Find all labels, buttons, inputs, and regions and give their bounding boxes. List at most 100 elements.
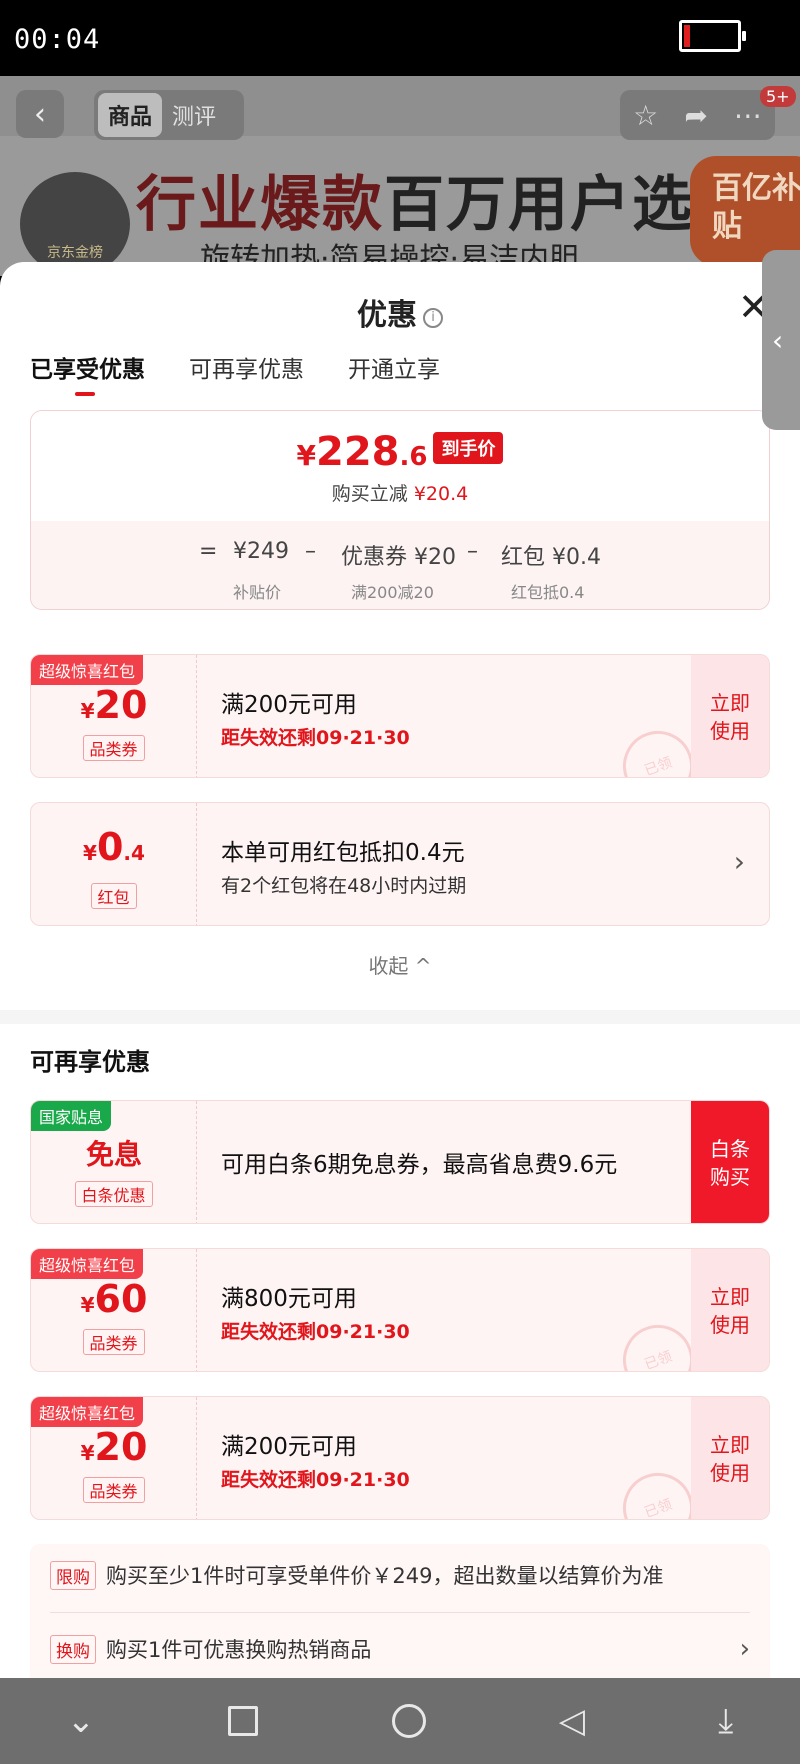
coupon-expiry: 距失效还剩09·21·30 — [221, 1321, 410, 1343]
redpacket-dec: .4 — [123, 841, 145, 865]
discount-tabs: 已享受优惠 可再享优惠 开通立享 — [30, 350, 440, 396]
section-divider — [0, 1010, 800, 1024]
coupon-yen: ¥ — [80, 1441, 95, 1465]
coupon-amount-value: 20 — [94, 1425, 148, 1469]
coupon-ribbon: 国家贴息 — [31, 1101, 112, 1131]
purchase-info: 限购 购买至少1件时可享受单件价￥249，超出数量以结算价为准 换购 购买1件可… — [30, 1544, 770, 1678]
system-nav-bar: ⌄ ◁ ⤓ — [0, 1678, 800, 1764]
notification-pull-icon[interactable]: ⤓ — [718, 1701, 733, 1741]
formula-minus-1: – — [305, 539, 316, 564]
chevron-right-icon: › — [739, 1634, 750, 1664]
redpacket-amount: ¥0.4 — [31, 825, 197, 869]
coupon-condition: 满200元可用 — [221, 692, 357, 718]
home-circle-icon[interactable] — [391, 1704, 426, 1738]
coupon-amount: ¥20 — [31, 1425, 197, 1469]
product-segment-tabs: 商品 测评 — [94, 90, 244, 140]
tab-review[interactable]: 测评 — [162, 93, 226, 137]
formula-coupon: 优惠券 ¥20 — [341, 545, 456, 570]
coupon-kind: 品类券 — [82, 1329, 145, 1355]
slogan-dark: 百万用户选 — [384, 170, 694, 240]
exchange-text: 购买1件可优惠换购热销商品 — [106, 1638, 372, 1662]
interest-free-title: 免息 — [85, 1138, 142, 1171]
more-icon[interactable]: ⋯ — [734, 99, 762, 132]
coupon-ribbon: 超级惊喜红包 — [31, 655, 144, 685]
coupon-expiry: 距失效还剩09·21·30 — [221, 727, 410, 749]
price-summary: ¥228.6 到手价 购买立减 ¥20.4 = ¥249 补贴价 – 优惠券 ¥2… — [30, 410, 770, 610]
product-header: ‹ 商品 测评 ☆ ➦ ⋯ 5+ 京东金榜 行业爆款百万用户选 旋转加热·简易操… — [0, 76, 800, 276]
claimed-stamp: 已领 — [613, 1463, 703, 1519]
coupon-ribbon: 超级惊喜红包 — [31, 1397, 144, 1427]
price-formula: = ¥249 补贴价 – 优惠券 ¥20 满200减20 – 红包 ¥0.4 红… — [31, 521, 769, 609]
banner-slogan: 行业爆款百万用户选 — [136, 156, 694, 243]
reduce-value: ¥20.4 — [413, 483, 469, 505]
discount-sheet: 优惠 i ✕ 已享受优惠 可再享优惠 开通立享 ¥228.6 到手价 购买立减 ¥2… — [0, 262, 800, 1678]
coupon-kind: 品类券 — [82, 1477, 145, 1503]
redpacket-kind: 红包 — [90, 883, 137, 909]
tab-enjoyed[interactable]: 已享受优惠 — [30, 350, 145, 396]
formula-equals: = — [199, 539, 218, 564]
tab-product[interactable]: 商品 — [98, 93, 163, 137]
chevron-left-icon: ‹ — [772, 323, 784, 357]
back-triangle-icon[interactable]: ◁ — [559, 1701, 585, 1741]
sheet-title-text: 优惠 — [357, 298, 417, 333]
formula-redpacket: 红包 ¥0.4 — [501, 545, 601, 570]
coupon-yen: ¥ — [80, 1293, 95, 1317]
purchase-limit-row: 限购 购买至少1件时可享受单件价￥249，超出数量以结算价为准 — [50, 1550, 750, 1600]
limit-tag: 限购 — [50, 1560, 96, 1590]
instant-reduce: 购买立减 ¥20.4 — [31, 479, 769, 506]
chevron-right-icon: › — [733, 845, 745, 878]
redpacket-yen: ¥ — [83, 841, 97, 865]
redpacket-card[interactable]: ¥0.4 红包 本单可用红包抵扣0.4元 有2个红包将在48小时内过期 › — [30, 802, 770, 926]
coupon-condition: 满800元可用 — [221, 1286, 357, 1312]
tab-activate[interactable]: 开通立享 — [348, 350, 440, 396]
top-actions: ☆ ➦ ⋯ — [620, 90, 775, 140]
clock: 00:04 — [14, 24, 101, 55]
baitiao-buy-button[interactable]: 白条 购买 — [691, 1101, 769, 1223]
info-divider — [50, 1612, 750, 1613]
limit-text: 购买至少1件时可享受单件价￥249，超出数量以结算价为准 — [106, 1564, 664, 1588]
back-button[interactable]: ‹ — [16, 90, 64, 138]
use-now-button[interactable]: 立即 使用 — [691, 1249, 769, 1371]
battery-icon — [679, 20, 746, 52]
formula-minus-2: – — [467, 539, 478, 564]
claimed-stamp: 已领 — [613, 1315, 703, 1371]
coupon-amount-value: 20 — [94, 683, 148, 727]
slogan-red: 行业爆款 — [136, 170, 384, 240]
side-drawer-handle[interactable]: ‹ — [762, 250, 800, 430]
use-now-button[interactable]: 立即 使用 — [691, 1397, 769, 1519]
star-icon[interactable]: ☆ — [633, 99, 658, 132]
formula-redpacket-label: 红包抵0.4 — [511, 583, 585, 602]
use-now-button[interactable]: 立即 使用 — [691, 655, 769, 777]
exchange-row[interactable]: 换购 购买1件可优惠换购热销商品 › — [50, 1624, 750, 1674]
formula-subsidy-price: ¥249 — [233, 539, 289, 564]
gold-list-logo: 京东金榜 — [20, 172, 130, 276]
coupon-card: 超级惊喜红包 ¥60 品类券 满800元可用 距失效还剩09·21·30 已领 … — [30, 1248, 770, 1372]
price-dec: .6 — [399, 442, 428, 472]
recents-square-icon[interactable] — [228, 1706, 259, 1736]
coupon-card: 超级惊喜红包 ¥20 品类券 满200元可用 距失效还剩09·21·30 已领 … — [30, 654, 770, 778]
redpacket-int: 0 — [96, 825, 124, 869]
formula-coupon-label: 满200减20 — [351, 583, 434, 602]
coupon-kind: 白条优惠 — [74, 1181, 153, 1207]
coupon-card: 超级惊喜红包 ¥20 品类券 满200元可用 距失效还剩09·21·30 已领 … — [30, 1396, 770, 1520]
price-int: 228 — [316, 429, 400, 475]
price-yen: ¥ — [296, 439, 316, 472]
tab-more-available[interactable]: 可再享优惠 — [189, 350, 304, 396]
status-bar: 00:04 — [0, 0, 800, 76]
coupon-kind: 品类券 — [82, 735, 145, 761]
coupon-amount-value: 60 — [94, 1277, 148, 1321]
info-icon[interactable]: i — [423, 308, 443, 328]
redpacket-condition: 本单可用红包抵扣0.4元 — [221, 840, 465, 866]
sheet-title: 优惠 i — [0, 290, 800, 334]
share-icon[interactable]: ➦ — [684, 99, 707, 132]
formula-subsidy-label: 补贴价 — [233, 583, 282, 602]
coupon-expiry: 距失效还剩09·21·30 — [221, 1469, 410, 1491]
coupon-amount: ¥60 — [31, 1277, 197, 1321]
coupon-ribbon: 超级惊喜红包 — [31, 1249, 144, 1279]
collapse-button[interactable]: 收起 ^ — [0, 950, 800, 979]
final-price-tag: 到手价 — [433, 432, 504, 464]
chevron-down-icon[interactable]: ⌄ — [67, 1701, 96, 1741]
redpacket-note: 有2个红包将在48小时内过期 — [221, 875, 467, 897]
more-offers-title: 可再享优惠 — [30, 1048, 150, 1076]
reduce-label: 购买立减 — [331, 483, 408, 505]
